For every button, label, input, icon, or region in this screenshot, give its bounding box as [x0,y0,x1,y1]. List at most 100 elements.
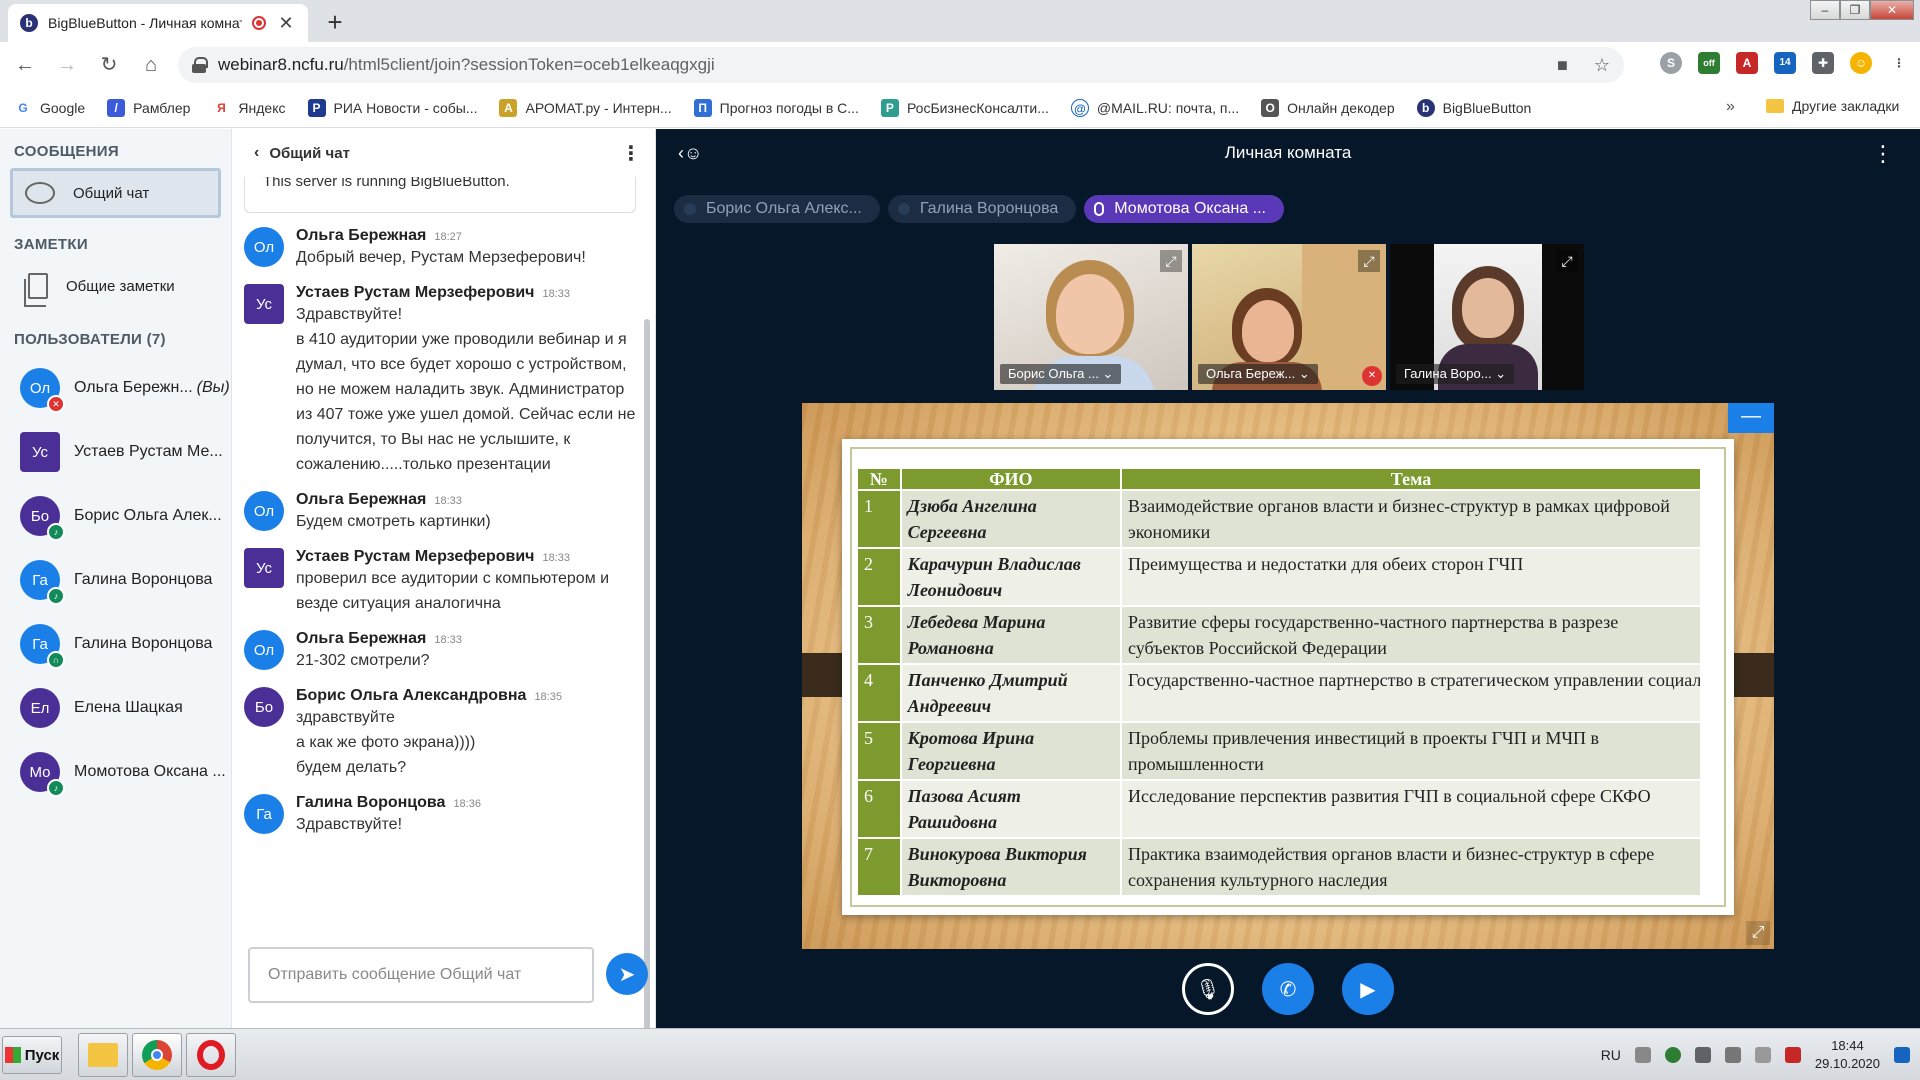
user-item[interactable]: Га ∩ Галина Воронцова [0,612,231,676]
browser-menu-icon[interactable]: ⋮ [1888,52,1910,74]
signal-icon[interactable] [1754,1047,1771,1063]
bookmark-ria[interactable]: Р РИА Новости - собы... [307,98,477,117]
chat-messages[interactable]: This server is running BigBlueButton. Ол… [244,177,636,927]
opera-taskbar-button[interactable] [186,1033,236,1077]
show-desktop-icon[interactable] [1894,1047,1910,1063]
mic-icon [1094,202,1105,216]
bookmark-aromat[interactable]: А АРОМАТ.ру - Интерн... [499,98,672,117]
skype-icon[interactable]: S [1660,52,1682,74]
fullscreen-icon[interactable]: ⤢ [1746,921,1770,945]
bookmark-weather[interactable]: П Прогноз погоды в С... [693,98,859,117]
volume-icon[interactable] [1724,1047,1741,1063]
user-item[interactable]: Ус Устаев Рустам Ме... [0,420,231,484]
bookmark-rambler[interactable]: / Рамблер [107,98,190,117]
user-item[interactable]: Бо ♪ Борис Ольга Алек... [0,484,231,548]
bookmarks-overflow-icon[interactable]: » [1726,98,1735,116]
shield-icon[interactable] [1664,1047,1681,1063]
lock-icon[interactable] [192,57,208,73]
bookmark-decoder[interactable]: О Онлайн декодер [1261,98,1395,117]
profile-avatar-icon[interactable]: ☺ [1850,52,1872,74]
chat-message-input[interactable]: Отправить сообщение Общий чат [248,947,594,1003]
video-name-label[interactable]: Борис Ольга ... ⌄ [1000,364,1122,384]
video-name-label[interactable]: Ольга Береж... ⌄ [1198,364,1318,384]
fullscreen-icon[interactable]: ⤢ [1556,250,1578,272]
leave-audio-button[interactable]: ✆ [1262,963,1314,1015]
bookmark-yandex[interactable]: Я Яндекс [212,98,286,117]
power-icon[interactable] [1784,1047,1801,1063]
video-tile[interactable]: Борис Ольга ... ⌄ ⤢ [994,244,1188,390]
fullscreen-icon[interactable]: ⤢ [1160,250,1182,272]
user-item[interactable]: Ел Елена Шацкая [0,676,231,740]
options-menu-icon[interactable]: ⋮ [1872,141,1894,167]
chat-title[interactable]: Общий чат [269,145,350,162]
ria-icon: Р [307,98,326,117]
mic-icon: ♪ [47,587,65,605]
user-item[interactable]: Мо ♪ Момотова Оксана ... [0,740,231,804]
yandex-icon: Я [212,98,231,117]
start-button[interactable]: Пуск [2,1036,62,1074]
share-webcam-button[interactable]: ▶ [1342,963,1394,1015]
bookmark-star-icon[interactable]: ☆ [1594,55,1610,76]
bookmark-rbc[interactable]: Р РосБизнесКонсалти... [880,98,1049,117]
avatar: Га ∩ [20,624,65,669]
reload-icon[interactable]: ↻ [92,48,126,82]
chat-options-icon[interactable]: ⋮ [621,141,641,166]
chat-scrollbar[interactable] [644,319,650,1039]
back-arrow-icon[interactable]: ← [8,48,42,82]
chat-message: Ол Ольга Бережная 18:27 Добрый вечер, Рус… [244,227,636,270]
presentation-slide[interactable]: № ФИО Тема 1 Дзюба Ангелина Сергеевна Взаи… [802,403,1774,949]
avatar: Ол [244,630,284,670]
column-header-fio: ФИО [899,467,1123,491]
video-tile[interactable]: Галина Воро... ⌄ ⤢ [1390,244,1584,390]
puzzle-icon[interactable]: ✚ [1812,52,1834,74]
mute-microphone-button[interactable]: 🎙 [1182,963,1234,1015]
talker-chip[interactable]: Галина Воронцова [887,195,1077,223]
system-clock[interactable]: 18:44 29.10.2020 [1815,1037,1880,1073]
bookmark-mailru[interactable]: @ @MAIL.RU: почта, п... [1070,98,1239,117]
table-row: 3 Лебедева Марина Романовна Развитие сферы… [856,605,1702,665]
new-tab-button[interactable]: + [318,6,352,40]
address-bar[interactable]: webinar8.ncfu.ru/html5client/join?sessio… [178,47,1624,83]
talker-chip[interactable]: Борис Ольга Алекс... [674,195,880,223]
extension-badge-icon[interactable]: 14 [1774,52,1796,74]
recording-icon [252,16,266,30]
close-window-button[interactable]: ✕ [1870,0,1914,20]
public-chat-item[interactable]: Общий чат [10,168,221,218]
minimize-presentation-button[interactable]: — [1728,403,1774,433]
video-tile[interactable]: Ольга Береж... ⌄ ⤢ ✕ [1192,244,1386,390]
bookmark-bigbluebutton[interactable]: b BigBlueButton [1416,98,1531,117]
network-icon[interactable] [1694,1047,1711,1063]
video-name-label[interactable]: Галина Воро... ⌄ [1396,364,1515,384]
minimize-window-button[interactable]: – [1810,0,1840,20]
avatar: Ел [20,688,60,728]
bookmark-google[interactable]: G Google [14,98,85,117]
chrome-taskbar-button[interactable] [132,1033,182,1077]
browser-toolbar: ← → ↻ ⌂ webinar8.ncfu.ru/html5client/joi… [0,42,1920,88]
decoder-icon: О [1261,98,1280,117]
user-item[interactable]: Ол ✕ Ольга Бережн... (Вы) [0,356,231,420]
home-icon[interactable]: ⌂ [134,48,168,82]
table-row: 2 Карачурин Владислав Леонидович Преимущес… [856,547,1702,607]
user-item[interactable]: Га ♪ Галина Воронцова [0,548,231,612]
chevron-left-icon[interactable]: ‹ [254,144,259,162]
shared-notes-item[interactable]: Общие заметки [10,261,221,311]
avatar: Ол [244,491,284,531]
webcam-face [1462,278,1514,338]
other-bookmarks[interactable]: Другие закладки [1766,98,1899,114]
camera-in-use-icon[interactable]: ■ [1557,55,1568,76]
explorer-taskbar-button[interactable] [78,1033,128,1077]
talker-dot-icon [897,203,910,215]
language-indicator[interactable]: RU [1601,1047,1621,1063]
tray-app-icon[interactable] [1634,1047,1651,1063]
table-row: 4 Панченко Дмитрий Андреевич Государственн… [856,663,1702,723]
restore-window-button[interactable]: ❐ [1840,0,1870,20]
fullscreen-icon[interactable]: ⤢ [1358,250,1380,272]
talker-chip-active[interactable]: Момотова Оксана ... [1084,195,1284,223]
send-message-button[interactable]: ➤ [606,953,648,995]
folder-icon [1766,99,1784,113]
forward-arrow-icon[interactable]: → [50,48,84,82]
browser-tab[interactable]: b BigBlueButton - Личная комната ✕ [8,4,308,42]
extension-off-icon[interactable]: off [1698,52,1720,74]
pdf-icon[interactable]: A [1736,52,1758,74]
tab-close-icon[interactable]: ✕ [276,13,296,34]
